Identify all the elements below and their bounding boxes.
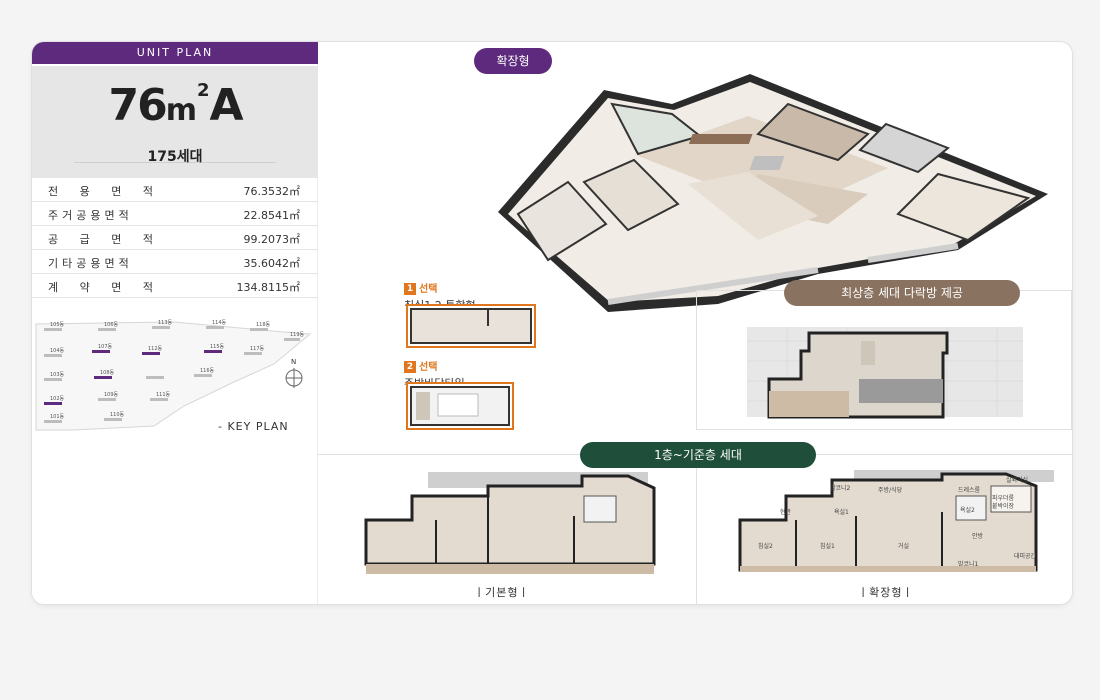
spec-value: 99.2073㎡ (243, 233, 301, 246)
spec-label: 기타공용면적 (48, 257, 133, 270)
building-label: 115동 (210, 344, 225, 350)
expanded-type-caption: ㅣ확장형ㅣ (858, 586, 914, 599)
option-1-plan-drawing (410, 308, 532, 344)
building-label: 110동 (110, 412, 125, 418)
spec-row: 공 급 면 적 99.2073㎡ (32, 226, 318, 250)
building-label: 119동 (290, 332, 305, 338)
floors-pill: 1층~기준층 세대 (580, 442, 816, 468)
building-label: 107동 (98, 344, 113, 350)
spec-row: 전 용 면 적 76.3532㎡ (32, 178, 318, 202)
penthouse-pill: 최상층 세대 다락방 제공 (784, 280, 1020, 306)
room-label: 드레스룸 (958, 486, 981, 494)
spec-label: 전 용 면 적 (48, 185, 162, 198)
spec-value: 76.3532㎡ (243, 185, 301, 198)
floors-divider (696, 454, 697, 604)
building-label: 116동 (200, 368, 215, 374)
unit-plan-header: UNIT PLAN (32, 42, 318, 64)
option-1-plan (406, 304, 536, 348)
room-label: 현관 (780, 508, 792, 516)
room-label: 침실2 (758, 542, 773, 550)
room-label: 대피공간 (1014, 552, 1037, 560)
unit-plan-card: UNIT PLAN 76m2A 175세대 전 용 면 적 76.3532㎡ 주… (32, 42, 1072, 604)
building-label: 103동 (50, 372, 65, 378)
north-arrow-icon: N (285, 358, 303, 388)
building-label: 111동 (156, 392, 171, 398)
building-label: 114동 (212, 320, 227, 326)
size-unit: m (165, 93, 197, 128)
key-plan-label: - KEY PLAN (218, 420, 289, 433)
spec-value: 22.8541㎡ (243, 209, 301, 222)
room-label: 안방 (972, 532, 984, 540)
unit-info-panel: UNIT PLAN 76m2A 175세대 전 용 면 적 76.3532㎡ 주… (32, 42, 318, 604)
spec-label: 주거공용면적 (48, 209, 133, 222)
attic-floor-plan (747, 327, 1023, 419)
option-2-plan (406, 382, 514, 430)
households-count: 175세대 (147, 149, 203, 165)
expanded-floor-plan: 발코니2 주방/식당 드레스룸 실외기실 현관 욕실1 욕실2 파우더룸 붙박이… (738, 470, 1054, 572)
building-label: 102동 (50, 396, 65, 402)
floor-plan-area: 확장형 1선택 침실1,2 통합형 (318, 42, 1072, 604)
room-label: 주방/식당 (878, 486, 903, 494)
area-spec-table: 전 용 면 적 76.3532㎡ 주거공용면적 22.8541㎡ 공 급 면 적… (32, 178, 318, 298)
room-label: 거실 (898, 542, 909, 550)
room-label: 실외기실 (1006, 476, 1028, 484)
building-label: 108동 (100, 370, 115, 376)
unit-size-box: 76m2A 175세대 (32, 66, 318, 178)
room-label: 붙박이장 (992, 502, 1015, 510)
room-label: 욕실1 (834, 508, 849, 516)
basic-floor-plan (364, 472, 656, 574)
building-label: 118동 (256, 322, 271, 328)
building-label: 109동 (104, 392, 119, 398)
penthouse-attic-box (696, 290, 1072, 430)
building-label: 113동 (158, 320, 173, 326)
building-label: 106동 (104, 322, 119, 328)
spec-value: 35.6042㎡ (243, 257, 301, 270)
isometric-floor-plan (498, 74, 1048, 312)
room-label: 파우더룸 (992, 494, 1015, 502)
basic-type-caption: ㅣ기본형ㅣ (474, 586, 530, 599)
option-2-plan-drawing (410, 386, 510, 426)
spec-row: 기타공용면적 35.6042㎡ (32, 250, 318, 274)
room-label: 욕실2 (960, 506, 975, 514)
size-superscript: 2 (196, 80, 210, 101)
room-label: 침실1 (820, 542, 835, 550)
building-label: 112동 (148, 346, 163, 352)
spec-label: 계 약 면 적 (48, 281, 162, 294)
room-label: 발코니2 (830, 484, 851, 492)
unit-size-title: 76m2A (32, 80, 318, 131)
spec-value: 134.8115㎡ (236, 281, 301, 294)
building-label: 117동 (250, 346, 265, 352)
spec-label: 공 급 면 적 (48, 233, 162, 246)
spec-row: 주거공용면적 22.8541㎡ (32, 202, 318, 226)
size-type: A (209, 80, 243, 131)
building-label: 105동 (50, 322, 65, 328)
building-label: 101동 (50, 414, 65, 420)
option-2-number: 2 (404, 361, 416, 373)
size-number: 76 (108, 80, 167, 131)
north-label: N (291, 358, 296, 366)
option-1-select: 선택 (419, 284, 438, 295)
building-label: 104동 (50, 348, 65, 354)
option-1-number: 1 (404, 283, 416, 295)
option-2-select: 선택 (419, 362, 438, 373)
spec-row: 계 약 면 적 134.8115㎡ (32, 274, 318, 298)
